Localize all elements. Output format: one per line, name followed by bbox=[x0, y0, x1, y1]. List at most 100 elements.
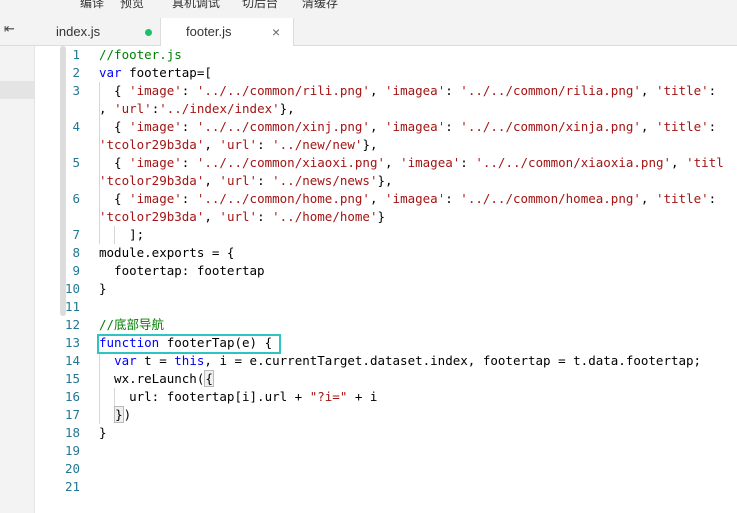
clear-cache-button[interactable]: 清缓存 bbox=[302, 0, 338, 11]
tab-label: index.js bbox=[56, 24, 101, 39]
string: 'imagea' bbox=[385, 83, 446, 98]
string: 'tcolor29b3da' bbox=[99, 137, 205, 152]
code-text: , bbox=[369, 119, 386, 134]
code-line-5-wrap: 'tcolor29b3da', 'url': '../news/news'}, bbox=[99, 172, 393, 190]
code-text: , bbox=[640, 191, 656, 206]
code-editor[interactable]: 1 2 3 4 5 6 7 8 9 10 11 12 13 14 15 16 1… bbox=[35, 46, 737, 513]
string: 'imagea' bbox=[400, 155, 461, 170]
tab-footer-js[interactable]: footer.js × bbox=[160, 18, 294, 47]
code-text: + i bbox=[347, 389, 378, 404]
line-number: 20 bbox=[64, 461, 80, 476]
code-line-3: { 'image': '../../common/rili.png', 'ima… bbox=[99, 82, 716, 100]
code-text: , bbox=[640, 119, 656, 134]
string: '../home/home' bbox=[272, 209, 378, 224]
code-line-9: footertap: footertap bbox=[99, 262, 265, 280]
string: 'url' bbox=[219, 173, 258, 188]
background-button[interactable]: 切后台 bbox=[242, 0, 278, 11]
code-text: }, bbox=[377, 173, 393, 188]
collapse-sidebar-icon[interactable]: ⇤ bbox=[4, 22, 15, 37]
code-line-6: { 'image': '../../common/home.png', 'ima… bbox=[99, 190, 716, 208]
compile-button[interactable]: 编译 bbox=[80, 0, 104, 11]
code-line-10: } bbox=[99, 280, 107, 298]
code-line-12: //底部导航 bbox=[99, 316, 164, 334]
code-line-8: module.exports = { bbox=[99, 244, 234, 262]
code-text: : bbox=[181, 191, 197, 206]
code-text: } bbox=[99, 281, 107, 296]
tab-label: footer.js bbox=[186, 24, 232, 39]
toolbar: 编译 预览 真机调试 切后台 清缓存 bbox=[0, 0, 737, 18]
code-text: : bbox=[181, 155, 197, 170]
code-text: { bbox=[99, 191, 130, 206]
code-line-14: var t = this, i = e.currentTarget.datase… bbox=[99, 352, 701, 370]
code-text: { bbox=[99, 83, 130, 98]
code-text: , bbox=[369, 191, 386, 206]
matching-bracket: } bbox=[114, 406, 124, 423]
code-text: , bbox=[640, 83, 656, 98]
code-line-7: ]; bbox=[99, 226, 144, 244]
string: '../../common/rilia.png' bbox=[460, 83, 641, 98]
keyword: this bbox=[174, 353, 205, 368]
code-text: footertap=[ bbox=[121, 65, 212, 80]
string: 'url' bbox=[114, 101, 152, 116]
line-number: 14 bbox=[64, 353, 80, 368]
code-text: , bbox=[369, 83, 386, 98]
code-text: : bbox=[445, 191, 461, 206]
code-line-6-wrap: 'tcolor29b3da', 'url': '../home/home'} bbox=[99, 208, 385, 226]
code-line-16: url: footertap[i].url + "?i=" + i bbox=[99, 388, 377, 406]
string: 'titl bbox=[686, 155, 724, 170]
remote-debug-button[interactable]: 真机调试 bbox=[172, 0, 220, 11]
code-text: : bbox=[708, 83, 717, 98]
sidebar-selection bbox=[0, 81, 34, 99]
code-line-2: var footertap=[ bbox=[99, 64, 212, 82]
string: '../../common/xinj.png' bbox=[196, 119, 370, 134]
line-number: 19 bbox=[64, 443, 80, 458]
matching-bracket: { bbox=[204, 370, 214, 387]
string: '../new/new' bbox=[272, 137, 363, 152]
close-icon[interactable]: × bbox=[272, 18, 280, 46]
code-text: : bbox=[181, 119, 197, 134]
modified-dot-icon bbox=[145, 29, 152, 36]
code-text: }, bbox=[362, 137, 378, 152]
string: 'imagea' bbox=[385, 119, 446, 134]
code-text: : bbox=[708, 119, 717, 134]
comment: //footer.js bbox=[99, 47, 182, 62]
string: '../../common/home.png' bbox=[196, 191, 370, 206]
code-text: , bbox=[671, 155, 687, 170]
line-number: 17 bbox=[64, 407, 80, 422]
code-line-18: } bbox=[99, 424, 107, 442]
code-text: : bbox=[708, 191, 717, 206]
code-text: wx.reLaunch( bbox=[99, 371, 205, 386]
code-text: : bbox=[257, 209, 273, 224]
code-text: { bbox=[99, 119, 130, 134]
string: '../../common/homea.png' bbox=[460, 191, 641, 206]
tab-index-js[interactable]: index.js bbox=[38, 18, 160, 46]
code-text: } bbox=[99, 425, 107, 440]
line-number: 12 bbox=[64, 317, 80, 332]
preview-button[interactable]: 预览 bbox=[120, 0, 144, 11]
string: 'tcolor29b3da' bbox=[99, 209, 205, 224]
code-text: , bbox=[204, 173, 220, 188]
string: '../../common/rili.png' bbox=[196, 83, 370, 98]
string: '../index/index' bbox=[159, 101, 280, 116]
code-text: : bbox=[445, 83, 461, 98]
sidebar bbox=[0, 46, 35, 513]
line-number: 21 bbox=[64, 479, 80, 494]
string: 'image' bbox=[129, 119, 182, 134]
code-line-4: { 'image': '../../common/xinj.png', 'ima… bbox=[99, 118, 716, 136]
string: '../../common/xiaoxi.png' bbox=[196, 155, 386, 170]
editor-scrollbar[interactable] bbox=[60, 46, 66, 316]
string: 'image' bbox=[129, 83, 182, 98]
code-text: , bbox=[204, 137, 220, 152]
comment: //底部导航 bbox=[99, 317, 165, 332]
string: "?i=" bbox=[309, 389, 348, 404]
code-text: { bbox=[99, 155, 130, 170]
string: 'tcolor29b3da' bbox=[99, 173, 205, 188]
highlight-box bbox=[97, 334, 281, 354]
code-text: : bbox=[181, 83, 197, 98]
string: '../../common/xinja.png' bbox=[460, 119, 641, 134]
code-line-5: { 'image': '../../common/xiaoxi.png', 'i… bbox=[99, 154, 724, 172]
tab-bar: index.js footer.js × bbox=[0, 18, 737, 47]
code-text: }, bbox=[279, 101, 295, 116]
code-line-1: //footer.js bbox=[99, 46, 182, 64]
